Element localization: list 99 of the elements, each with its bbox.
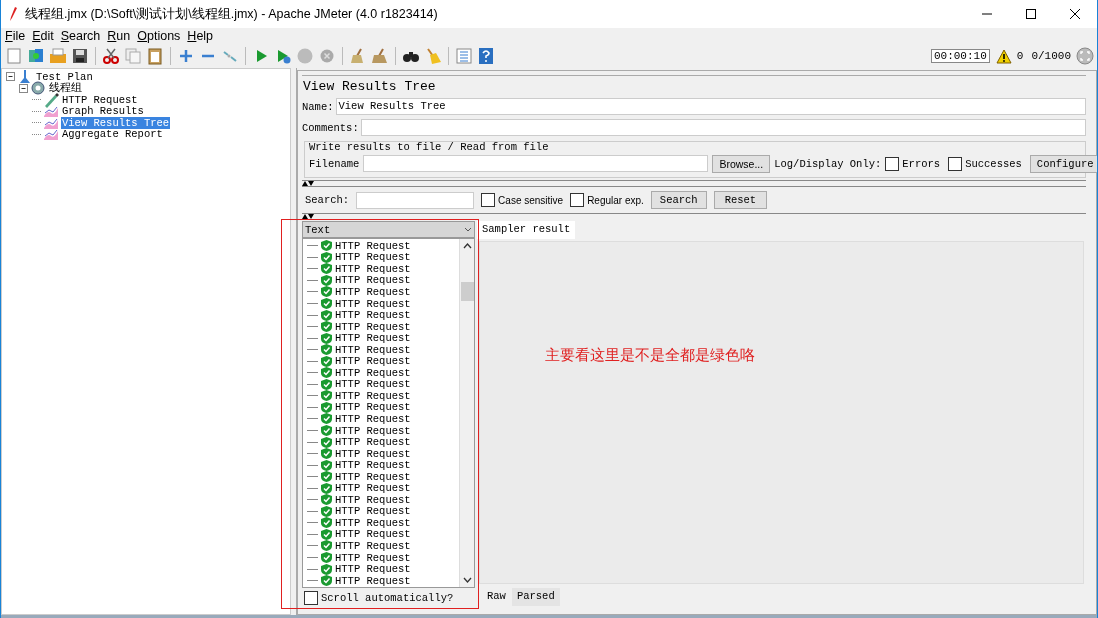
- panel-title: View Results Tree: [302, 75, 1086, 96]
- result-item[interactable]: HTTP Request: [335, 551, 411, 564]
- checkbox[interactable]: [481, 193, 496, 207]
- splitter-arrows-icon[interactable]: [302, 181, 314, 186]
- scrollbar-thumb[interactable]: [460, 282, 474, 301]
- result-item[interactable]: HTTP Request: [335, 274, 411, 287]
- group-title: Write results to file / Read from file: [309, 141, 550, 153]
- field-label: Search:: [305, 194, 350, 206]
- tree-item[interactable]: Test Plan: [35, 70, 94, 83]
- menu-item[interactable]: Help: [187, 29, 214, 43]
- result-item[interactable]: HTTP Request: [335, 378, 411, 391]
- search-field[interactable]: [356, 191, 475, 209]
- elapsed-time: 00:00:10: [930, 49, 990, 63]
- collapse-icon[interactable]: [19, 83, 28, 93]
- comments-field[interactable]: [360, 119, 1086, 136]
- checkbox-label: Errors: [902, 157, 941, 170]
- tree-item[interactable]: HTTP Request: [61, 93, 139, 106]
- result-item[interactable]: HTTP Request: [335, 424, 411, 437]
- configure-button[interactable]: Configure: [1029, 154, 1097, 173]
- filename-field[interactable]: [363, 155, 709, 172]
- name-field[interactable]: View Results Tree: [335, 98, 1086, 115]
- checkbox-label: Scroll automatically?: [321, 592, 454, 604]
- result-item[interactable]: HTTP Request: [335, 493, 411, 506]
- pipette-icon: [43, 91, 59, 108]
- result-item[interactable]: HTTP Request: [335, 309, 411, 322]
- chevron-down-icon: [464, 227, 472, 232]
- result-item[interactable]: HTTP Request: [335, 563, 411, 576]
- collapse-icon[interactable]: [6, 72, 15, 82]
- browse-button[interactable]: Browse...: [712, 154, 771, 173]
- reset-button[interactable]: Reset: [713, 191, 768, 209]
- result-item[interactable]: HTTP Request: [335, 540, 411, 552]
- chevron-up-icon: [462, 243, 472, 249]
- result-item[interactable]: HTTP Request: [335, 401, 411, 414]
- result-item[interactable]: HTTP Request: [335, 320, 411, 333]
- checkbox-label: Regular exp.: [587, 194, 644, 206]
- warning-count: 0: [1016, 50, 1024, 62]
- checkbox-label: Case sensitive: [498, 194, 564, 206]
- chevron-down-icon: [462, 577, 472, 583]
- maximize-icon[interactable]: [1025, 8, 1037, 20]
- broom-icon[interactable]: [371, 47, 389, 65]
- result-item[interactable]: HTTP Request: [335, 332, 411, 345]
- checkbox[interactable]: [570, 193, 585, 207]
- result-item[interactable]: HTTP Request: [335, 251, 411, 264]
- checkbox[interactable]: [885, 156, 900, 171]
- result-item[interactable]: HTTP Request: [335, 355, 411, 368]
- result-item[interactable]: HTTP Request: [335, 413, 411, 425]
- checkbox-label: Successes: [965, 157, 1022, 170]
- result-item[interactable]: HTTP Request: [335, 505, 411, 518]
- tab[interactable]: Raw: [482, 588, 511, 606]
- annotation-text: 主要看这里是不是全都是绿色咯: [545, 346, 755, 365]
- result-item[interactable]: HTTP Request: [335, 470, 411, 483]
- clipboard-icon[interactable]: [146, 47, 164, 65]
- result-item[interactable]: HTTP Request: [335, 528, 411, 541]
- renderer-dropdown[interactable]: Text: [302, 221, 475, 238]
- result-item[interactable]: HTTP Request: [335, 482, 411, 495]
- new-file-icon[interactable]: [5, 47, 23, 65]
- vertical-scrollbar[interactable]: [459, 239, 474, 587]
- field-label: Filename: [309, 157, 360, 170]
- tree-item[interactable]: 线程组: [48, 81, 83, 96]
- tab[interactable]: Sampler result: [477, 221, 576, 239]
- help-icon[interactable]: [477, 47, 495, 65]
- result-item[interactable]: HTTP Request: [335, 239, 411, 252]
- search-button[interactable]: Search: [650, 191, 707, 209]
- menu-item[interactable]: Edit: [32, 29, 54, 43]
- tree-item[interactable]: Aggregate Report: [61, 128, 164, 141]
- result-item[interactable]: HTTP Request: [335, 447, 411, 460]
- field-label: Comments:: [302, 121, 359, 134]
- plus-icon[interactable]: [177, 47, 195, 65]
- shutdown-icon[interactable]: [318, 47, 336, 65]
- result-item[interactable]: HTTP Request: [335, 389, 411, 402]
- close-icon[interactable]: [1069, 8, 1081, 20]
- splitter-arrows-icon[interactable]: [302, 214, 314, 219]
- menu-item[interactable]: Search: [60, 29, 101, 43]
- result-item[interactable]: HTTP Request: [335, 574, 411, 587]
- result-item[interactable]: HTTP Request: [335, 343, 411, 356]
- menu-item[interactable]: Options: [137, 29, 181, 43]
- menu-item[interactable]: Run: [107, 29, 131, 43]
- gear-icon: [30, 80, 46, 97]
- field-label: Log/Display Only:: [774, 157, 882, 170]
- checkbox[interactable]: [948, 156, 963, 171]
- result-item[interactable]: HTTP Request: [335, 285, 411, 298]
- result-item[interactable]: HTTP Request: [335, 366, 411, 379]
- checkbox[interactable]: [304, 591, 318, 605]
- warning-icon: [995, 48, 1012, 64]
- thread-count: 0/1000: [1031, 50, 1071, 62]
- tree-item[interactable]: View Results Tree: [61, 116, 171, 129]
- tab[interactable]: Parsed: [511, 588, 560, 606]
- result-item[interactable]: HTTP Request: [335, 516, 411, 529]
- tree-item[interactable]: Graph Results: [61, 105, 145, 118]
- result-item[interactable]: HTTP Request: [335, 262, 411, 275]
- scissors-icon[interactable]: [102, 47, 120, 65]
- result-item[interactable]: HTTP Request: [335, 459, 411, 472]
- feather-icon: [9, 7, 17, 21]
- result-item[interactable]: HTTP Request: [335, 436, 411, 449]
- field-label: Name:: [302, 100, 334, 113]
- save-icon[interactable]: [71, 47, 89, 65]
- result-item[interactable]: HTTP Request: [335, 297, 411, 310]
- window-title: 线程组.jmx (D:\Soft\测试计划\线程组.jmx) - Apache JMeter (4.0 r1823414): [25, 5, 439, 23]
- menu-item[interactable]: File: [5, 29, 26, 43]
